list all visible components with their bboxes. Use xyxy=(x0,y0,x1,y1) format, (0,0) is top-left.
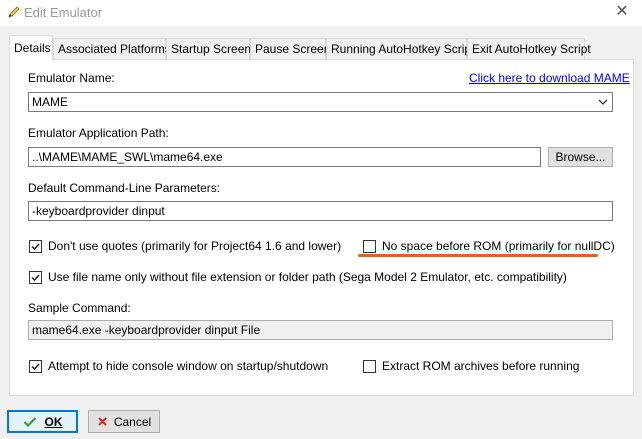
emulator-name-label: Emulator Name: xyxy=(28,71,115,85)
dont-use-quotes-label: Don't use quotes (primarily for Project6… xyxy=(48,239,342,253)
checkbox-unchecked-icon xyxy=(363,239,376,253)
params-input[interactable]: -keyboardprovider dinput xyxy=(28,201,613,221)
hide-console-checkbox[interactable]: Attempt to hide console window on startu… xyxy=(29,359,328,373)
file-name-only-label: Use file name only without file extensio… xyxy=(48,270,567,284)
checkbox-unchecked-icon xyxy=(363,359,376,373)
checkmark-icon xyxy=(23,416,37,428)
app-path-label: Emulator Application Path: xyxy=(28,126,169,140)
app-path-input[interactable]: ..\MAME\MAME_SWL\mame64.exe xyxy=(28,147,541,167)
sample-command-field: mame64.exe -keyboardprovider dinput File xyxy=(28,320,613,340)
no-space-before-rom-label: No space before ROM (primarily for nullD… xyxy=(382,239,615,253)
chevron-down-icon xyxy=(598,96,608,106)
emulator-name-value: MAME xyxy=(32,95,68,109)
cancel-button[interactable]: Cancel xyxy=(88,410,160,433)
ok-label: OK xyxy=(44,414,63,429)
extract-rom-checkbox[interactable]: Extract ROM archives before running xyxy=(363,359,579,373)
emulator-name-dropdown[interactable]: MAME xyxy=(28,92,613,112)
sample-command-label: Sample Command: xyxy=(28,301,131,315)
cancel-x-icon xyxy=(97,416,108,427)
checkbox-checked-icon xyxy=(29,239,42,253)
highlight-underline xyxy=(358,254,598,257)
ok-button[interactable]: OK xyxy=(7,410,78,433)
dont-use-quotes-checkbox[interactable]: Don't use quotes (primarily for Project6… xyxy=(29,239,341,253)
checkbox-checked-icon xyxy=(29,270,42,284)
extract-rom-label: Extract ROM archives before running xyxy=(382,359,580,373)
no-space-before-rom-checkbox[interactable]: No space before ROM (primarily for nullD… xyxy=(363,239,615,253)
cancel-label: Cancel xyxy=(113,414,152,429)
download-mame-link[interactable]: Click here to download MAME xyxy=(469,71,630,85)
params-label: Default Command-Line Parameters: xyxy=(28,181,221,195)
hide-console-label: Attempt to hide console window on startu… xyxy=(48,359,329,373)
browse-button[interactable]: Browse... xyxy=(548,147,613,167)
file-name-only-checkbox[interactable]: Use file name only without file extensio… xyxy=(29,270,567,284)
checkbox-checked-icon xyxy=(29,359,42,373)
